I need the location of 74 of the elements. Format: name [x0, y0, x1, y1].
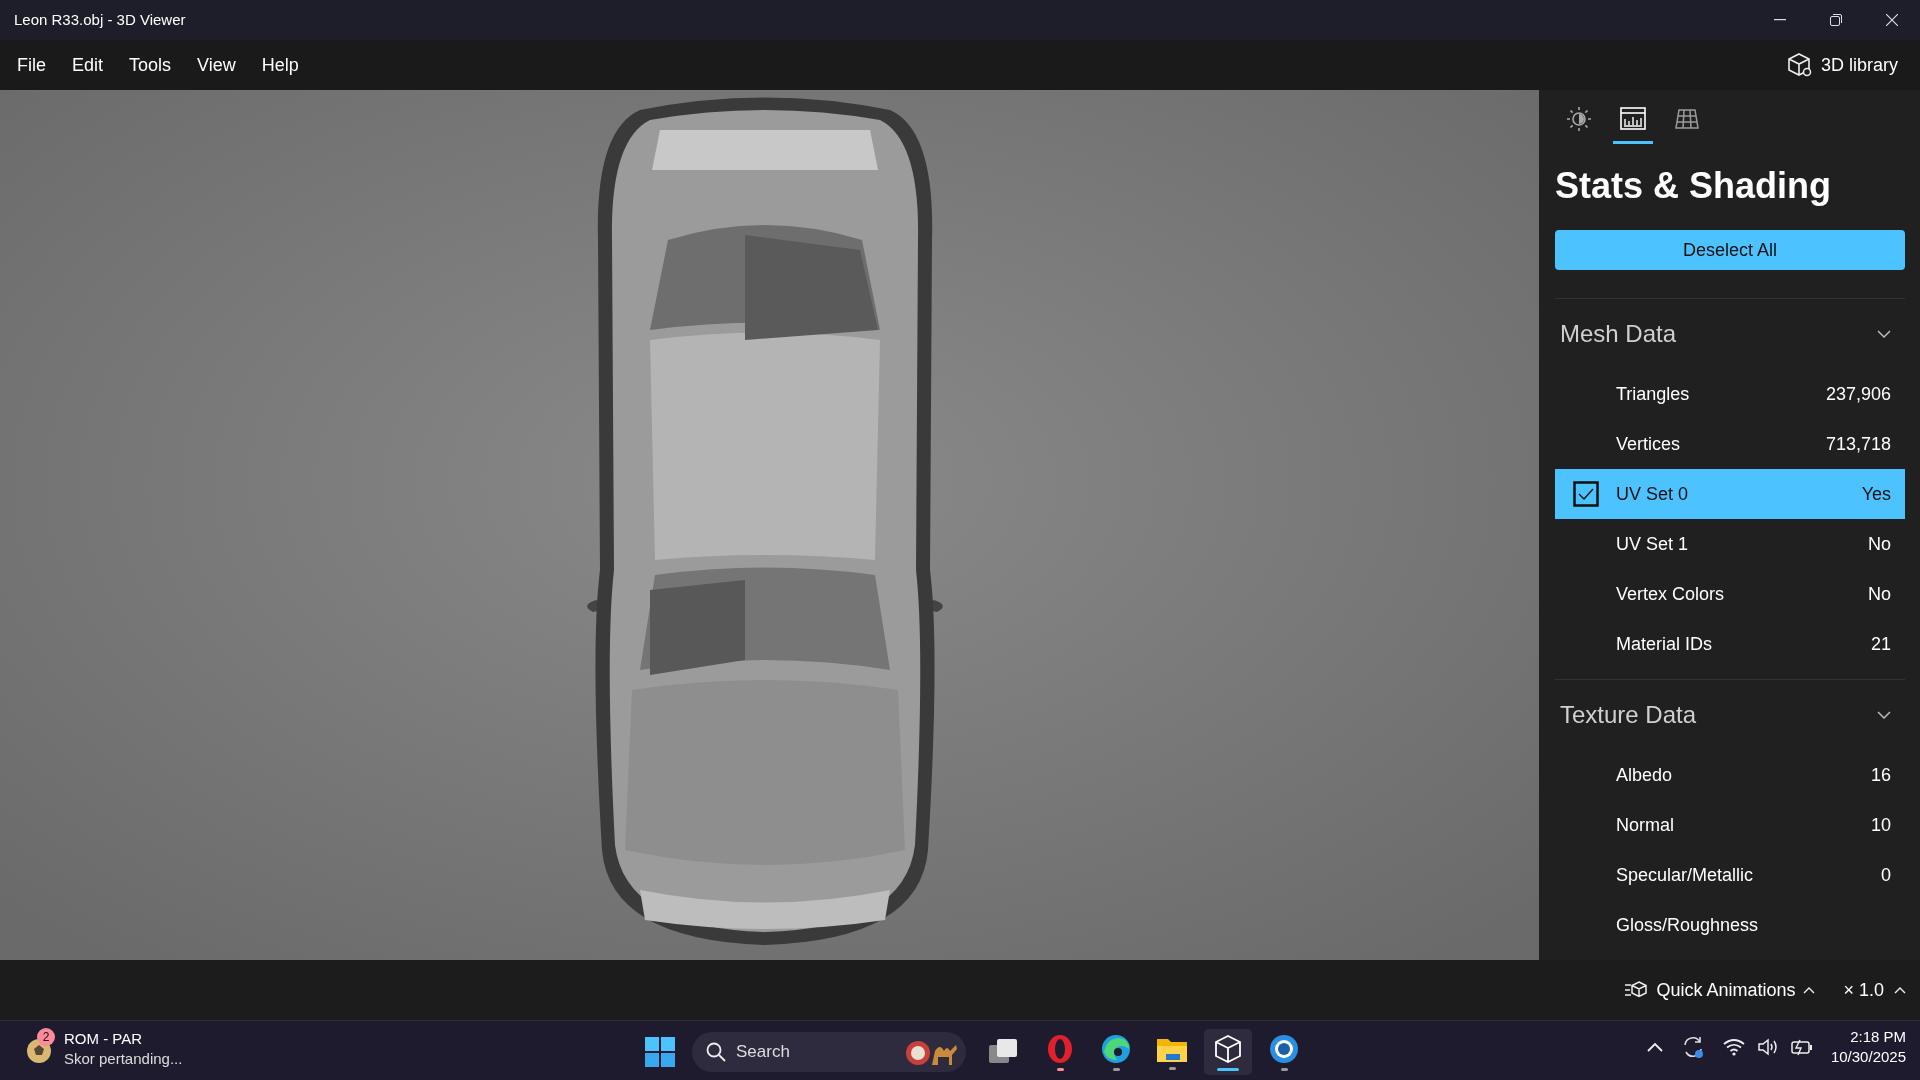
speed-button[interactable]: × 1.0 [1843, 976, 1906, 1004]
stat-row[interactable]: Triangles 237,906 [1555, 369, 1905, 419]
clock-time[interactable]: 2:18 PM [1850, 1027, 1906, 1047]
battery-icon[interactable] [1790, 1038, 1813, 1056]
quick-animations-button[interactable]: Quick Animations [1624, 976, 1816, 1004]
search-field[interactable]: Search [692, 1032, 966, 1072]
caret-up-icon [1894, 986, 1906, 994]
search-icon [706, 1042, 726, 1062]
notification-badge: 2 [37, 1028, 55, 1046]
wifi-icon[interactable] [1722, 1038, 1745, 1056]
stat-label: Specular/Metallic [1616, 863, 1754, 887]
news-widget[interactable]: 2 ROM - PAR Skor pertanding... [24, 1029, 183, 1069]
stat-label: Vertex Colors [1616, 582, 1725, 606]
stat-value: 21 [1870, 632, 1891, 656]
stat-row[interactable]: UV Set 0 Yes [1555, 469, 1905, 519]
stat-label: Vertices [1616, 432, 1681, 456]
stat-label: Gloss/Roughness [1616, 913, 1759, 937]
stat-label: Material IDs [1616, 632, 1713, 656]
wave-icon [1101, 1033, 1131, 1064]
windows-icon [645, 1037, 675, 1067]
section-header[interactable]: Texture Data [1555, 690, 1905, 740]
stat-value: 237,906 [1825, 382, 1891, 406]
grid-icon [1674, 106, 1700, 132]
menu-item[interactable]: View [184, 45, 249, 85]
menu-item[interactable]: Help [248, 45, 312, 85]
menu-item[interactable]: Edit [59, 45, 117, 85]
animation-icon [1624, 980, 1649, 1000]
menu-item[interactable]: Tools [116, 45, 185, 85]
stat-value: No [1868, 582, 1891, 606]
stat-row[interactable]: Albedo 16 [1555, 750, 1905, 800]
stat-value: 713,718 [1825, 432, 1891, 456]
stat-value: Yes [1861, 482, 1891, 506]
widget-title: ROM - PAR [64, 1029, 144, 1049]
stat-value: 16 [1870, 763, 1891, 787]
stat-label: UV Set 0 [1616, 482, 1689, 506]
stat-label: Triangles [1616, 382, 1690, 406]
sun-icon [1566, 106, 1592, 132]
stat-row[interactable]: Vertices 713,718 [1555, 419, 1905, 469]
chevron-icon [1877, 330, 1891, 338]
menu-item[interactable]: File [4, 45, 59, 85]
clock-date[interactable]: 10/30/2025 [1830, 1047, 1906, 1067]
chevron-icon [1877, 711, 1891, 719]
checkbox[interactable] [1572, 481, 1599, 507]
volume-icon[interactable] [1756, 1038, 1779, 1056]
stat-label: UV Set 1 [1616, 532, 1689, 556]
stat-value: 0 [1881, 863, 1891, 887]
window-title: Leon R33.obj - 3D Viewer [14, 9, 186, 30]
stat-row[interactable]: Vertex Colors No [1555, 569, 1905, 619]
ring-icon [1045, 1033, 1075, 1064]
cube-icon [1213, 1033, 1243, 1064]
stat-row[interactable]: Specular/Metallic 0 [1555, 850, 1905, 900]
section-header[interactable]: Mesh Data [1555, 309, 1905, 359]
stat-label: Albedo [1616, 763, 1673, 787]
deselect-all-button[interactable]: Deselect All [1555, 230, 1905, 270]
minimize-icon [1774, 19, 1786, 21]
stat-label: Normal [1616, 813, 1674, 837]
restore-icon [1830, 14, 1842, 26]
panel-title: Stats & Shading [1555, 164, 1833, 208]
close-icon [1886, 14, 1898, 26]
stat-value: No [1868, 532, 1891, 556]
chevron-up-icon[interactable] [1646, 1042, 1663, 1052]
stat-row[interactable]: Material IDs 21 [1555, 619, 1905, 669]
taskbar-app[interactable] [1204, 1029, 1252, 1075]
stat-row[interactable]: Gloss/Roughness [1555, 900, 1905, 950]
widget-subtitle: Skor pertanding... [64, 1049, 183, 1069]
cube-icon [1786, 52, 1813, 78]
stat-value: 10 [1870, 813, 1891, 837]
stat-row[interactable]: Normal 10 [1555, 800, 1905, 850]
caret-up-icon [1803, 986, 1816, 994]
3d-library-button[interactable]: 3D library [1782, 47, 1902, 83]
task-view-icon [989, 1039, 1019, 1065]
chart-icon [1620, 106, 1646, 132]
aperture-icon [1269, 1033, 1299, 1064]
stat-row[interactable]: UV Set 1 No [1555, 519, 1905, 569]
